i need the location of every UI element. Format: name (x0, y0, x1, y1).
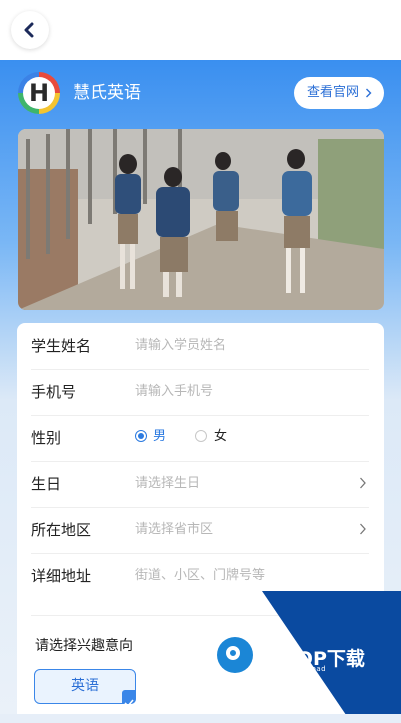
top-bar (0, 0, 401, 60)
field-label: 所在地区 (31, 521, 92, 539)
back-button[interactable] (11, 11, 49, 49)
gender-female-label[interactable]: 女 (214, 428, 227, 446)
gender-male-label[interactable]: 男 (153, 428, 166, 446)
address-input[interactable]: 街道、小区、门牌号等 (135, 567, 265, 585)
birthday-picker[interactable]: 请选择生日 (135, 475, 200, 493)
chevron-right-icon (360, 523, 366, 535)
field-label: 性别 (31, 429, 62, 447)
watermark-subtitle: PCPOP Download (259, 665, 327, 673)
gender-female-radio[interactable] (195, 430, 207, 442)
field-label: 手机号 (31, 383, 77, 401)
brand-logo: H (18, 72, 60, 114)
chevron-left-icon (24, 22, 34, 38)
field-label: 详细地址 (31, 567, 92, 585)
phone-input[interactable]: 请输入手机号 (135, 383, 213, 401)
official-site-button[interactable]: 查看官网 (294, 77, 384, 109)
student-name-row: 学生姓名 请输入学员姓名 (31, 323, 369, 370)
gender-male-radio[interactable] (135, 430, 147, 442)
logo-letter: H (23, 77, 55, 109)
field-label: 生日 (31, 475, 62, 493)
watermark-logo-icon (217, 637, 253, 673)
region-row[interactable]: 所在地区 请选择省市区 (31, 507, 369, 554)
hero-photo (18, 129, 384, 310)
field-label: 学生姓名 (31, 337, 92, 355)
official-site-label: 查看官网 (307, 85, 360, 100)
region-picker[interactable]: 请选择省市区 (135, 521, 213, 539)
brand-name: 慧氏英语 (73, 83, 141, 103)
hero-photo-illustration (18, 129, 384, 310)
interest-option-label: 英语 (71, 678, 99, 694)
chevron-right-icon (360, 477, 366, 489)
chevron-right-icon (366, 88, 372, 98)
gender-row: 性别 男 女 (31, 415, 369, 462)
birthday-row[interactable]: 生日 请选择生日 (31, 461, 369, 508)
student-name-input[interactable]: 请输入学员姓名 (135, 337, 226, 355)
interest-option-english[interactable]: 英语 (34, 669, 136, 708)
check-icon (122, 690, 136, 708)
interest-title: 请选择兴趣意向 (35, 638, 133, 654)
phone-row: 手机号 请输入手机号 (31, 369, 369, 416)
